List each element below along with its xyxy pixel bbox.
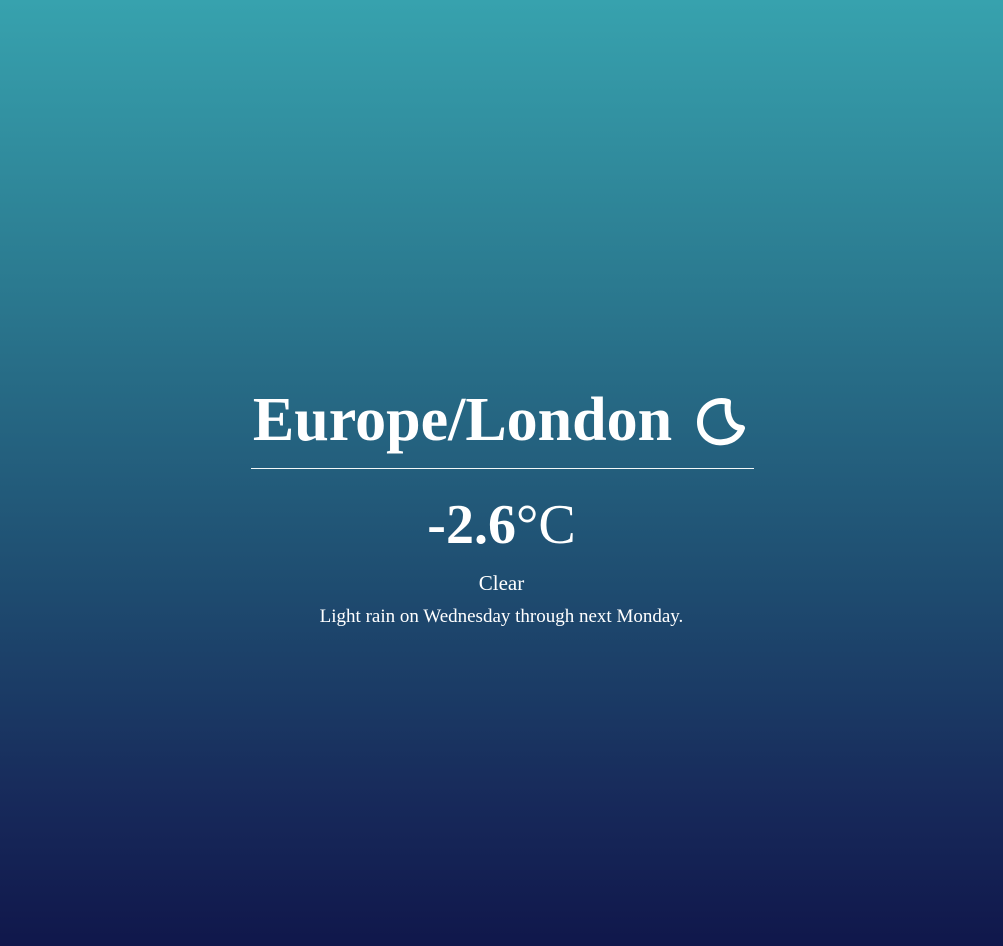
current-temperature: -2.6°C: [0, 493, 1003, 557]
current-summary: Clear: [478, 571, 525, 595]
weather-panel: Europe/London -2.6°C Clear Light rain on…: [0, 381, 1003, 629]
forecast-text: Light rain on Wednesday through next Mon…: [319, 606, 684, 627]
header-divider: [251, 468, 754, 469]
temperature-value: -2.6: [427, 494, 516, 556]
location-timezone: Europe/London: [252, 386, 673, 454]
location-header: Europe/London: [0, 381, 1003, 459]
temperature-unit: °C: [515, 494, 576, 556]
clear-night-moon-icon: [690, 392, 750, 452]
